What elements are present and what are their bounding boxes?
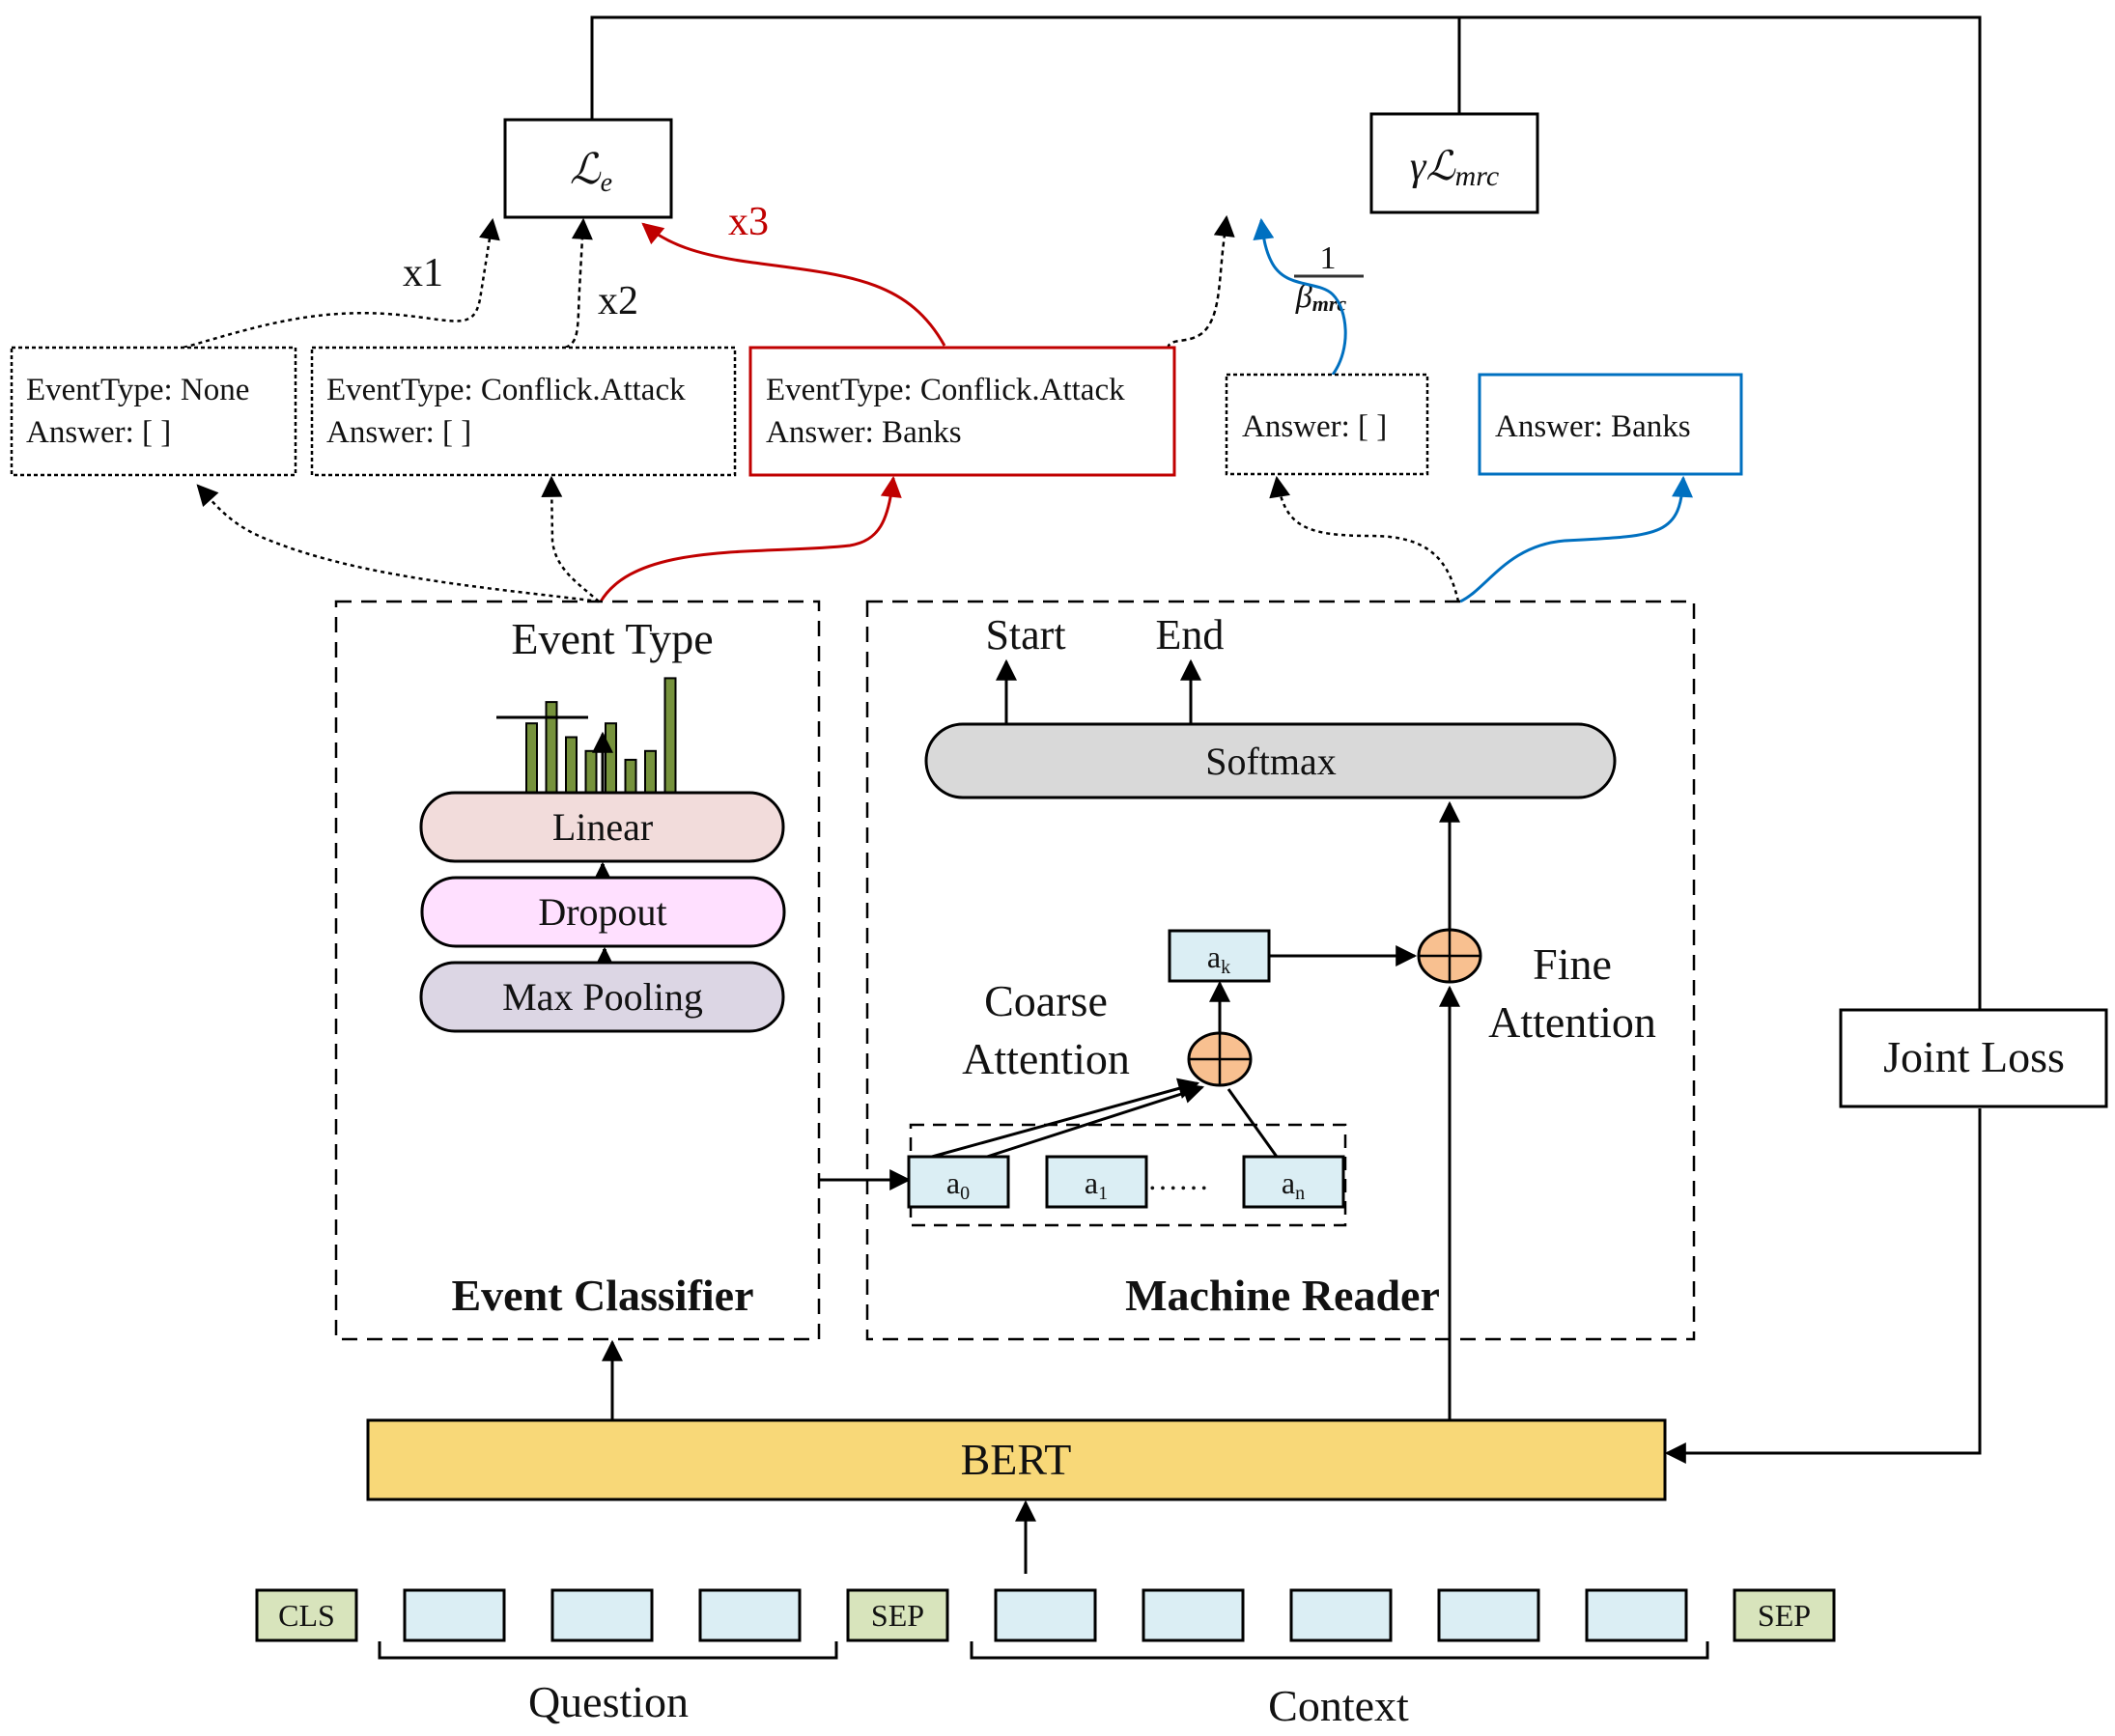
token-sep: SEP [846, 1588, 949, 1642]
arrow-mrc-empty [1167, 214, 1235, 375]
answer-ellipsis: …… [1147, 1162, 1209, 1196]
ak-box: ak [1168, 929, 1271, 983]
arrow-to-mrc-answer-empty [1269, 475, 1460, 602]
arrow-to-candidate-3 [599, 475, 902, 602]
context-token [1142, 1588, 1245, 1642]
model-architecture-diagram: ℒe γℒmrc Joint Loss x1 x2 x3 1 βmrc Even… [10, 15, 2108, 1730]
max-pooling-layer: Max Pooling [419, 961, 785, 1033]
svg-text:Linear: Linear [552, 805, 653, 849]
event-type-bar [644, 749, 657, 795]
input-token-sequence: CLS SEP SEP [255, 1588, 1836, 1642]
context-token [994, 1588, 1097, 1642]
arrow-to-candidate-2 [541, 475, 600, 602]
coarse-attention-label-line2: Attention [962, 1034, 1130, 1083]
event-type-bar [545, 701, 558, 795]
event-loss-box: ℒe [503, 118, 673, 219]
question-token [403, 1588, 506, 1642]
weight-x2-label: x2 [598, 279, 638, 323]
svg-text:BERT: BERT [961, 1435, 1072, 1484]
arrow-to-mrc-answer-banks [1459, 475, 1693, 603]
svg-text:EventType: Conflick.Attack: EventType: Conflick.Attack [326, 373, 686, 407]
question-token [698, 1588, 802, 1642]
event-type-bar [624, 758, 637, 796]
context-token [1289, 1588, 1393, 1642]
answer-a0: a0 [907, 1155, 1010, 1209]
mrc-answer-box-banks: Answer: Banks [1478, 373, 1743, 476]
candidate-box-3: EventType: Conflick.Attack Answer: Banks [748, 346, 1176, 477]
end-label: End [1156, 611, 1225, 658]
fine-attention-sum-node [1417, 928, 1482, 984]
context-token [1585, 1588, 1688, 1642]
question-label: Question [528, 1677, 689, 1726]
event-type-label: Event Type [511, 614, 713, 663]
candidate-box-2: EventType: Conflick.Attack Answer: [ ] [310, 346, 737, 477]
weight-x3-label: x3 [728, 200, 769, 244]
coarse-attention-sum-node [1187, 1031, 1253, 1087]
svg-text:1: 1 [1320, 240, 1337, 276]
softmax-layer: Softmax [924, 722, 1617, 799]
svg-text:Softmax: Softmax [1205, 740, 1337, 783]
event-type-bar [605, 722, 617, 796]
event-type-bar [663, 677, 677, 796]
event-classifier-module: Event Type Linear Dropout Max Pooling Ev… [334, 600, 821, 1341]
token-sep: SEP [1733, 1588, 1836, 1642]
joint-loss-box: Joint Loss [1839, 1008, 2108, 1108]
svg-text:SEP: SEP [1758, 1598, 1811, 1633]
svg-text:CLS: CLS [278, 1598, 335, 1633]
candidate-box-1: EventType: None Answer: [ ] [10, 346, 297, 477]
question-token [550, 1588, 654, 1642]
linear-layer: Linear [419, 791, 785, 863]
event-type-bar [525, 722, 538, 796]
answer-a1: a1 [1045, 1155, 1148, 1209]
arrow-x3 [641, 222, 946, 347]
arrow-to-candidate-1 [196, 484, 600, 603]
coarse-attention-label-line1: Coarse [984, 976, 1108, 1025]
weight-x1-label: x1 [403, 251, 443, 295]
start-label: Start [985, 611, 1065, 658]
dropout-layer: Dropout [420, 876, 786, 948]
event-type-bar [565, 736, 578, 795]
question-bracket [378, 1641, 838, 1660]
arrow-x1 [183, 217, 500, 350]
token-cls: CLS [255, 1588, 358, 1642]
context-label: Context [1268, 1681, 1409, 1730]
machine-reader-title: Machine Reader [1125, 1271, 1440, 1320]
event-type-bar [584, 749, 598, 795]
svg-text:EventType: Conflick.Attack: EventType: Conflick.Attack [766, 373, 1125, 407]
mrc-answer-box-empty: Answer: [ ] [1225, 373, 1429, 476]
context-bracket [970, 1641, 1709, 1660]
svg-text:Answer: Banks: Answer: Banks [1495, 409, 1691, 444]
context-token [1437, 1588, 1540, 1642]
svg-text:Max Pooling: Max Pooling [502, 975, 703, 1019]
fine-attention-label-line1: Fine [1533, 939, 1612, 989]
svg-text:Answer: [ ]: Answer: [ ] [1242, 409, 1387, 444]
fine-attention-label-line2: Attention [1488, 997, 1656, 1047]
svg-text:EventType: None: EventType: None [26, 373, 249, 407]
answer-an: an [1242, 1155, 1345, 1209]
bert-encoder: BERT [366, 1418, 1667, 1501]
event-type-bar-chart [496, 677, 701, 796]
svg-text:SEP: SEP [871, 1598, 924, 1633]
svg-text:Answer: [ ]: Answer: [ ] [26, 415, 171, 450]
event-classifier-title: Event Classifier [451, 1271, 753, 1320]
joint-loss-label: Joint Loss [1883, 1032, 2065, 1081]
svg-text:Answer: [ ]: Answer: [ ] [326, 415, 471, 450]
svg-text:Dropout: Dropout [538, 890, 666, 934]
machine-reader-module: Start End Softmax Fine Attention ak Coar… [865, 600, 1696, 1420]
beta-fraction: 1 βmrc [1294, 240, 1364, 316]
mrc-loss-box: γℒmrc [1369, 112, 1539, 214]
svg-text:Answer: Banks: Answer: Banks [766, 415, 962, 450]
arrow-x2 [564, 217, 593, 350]
